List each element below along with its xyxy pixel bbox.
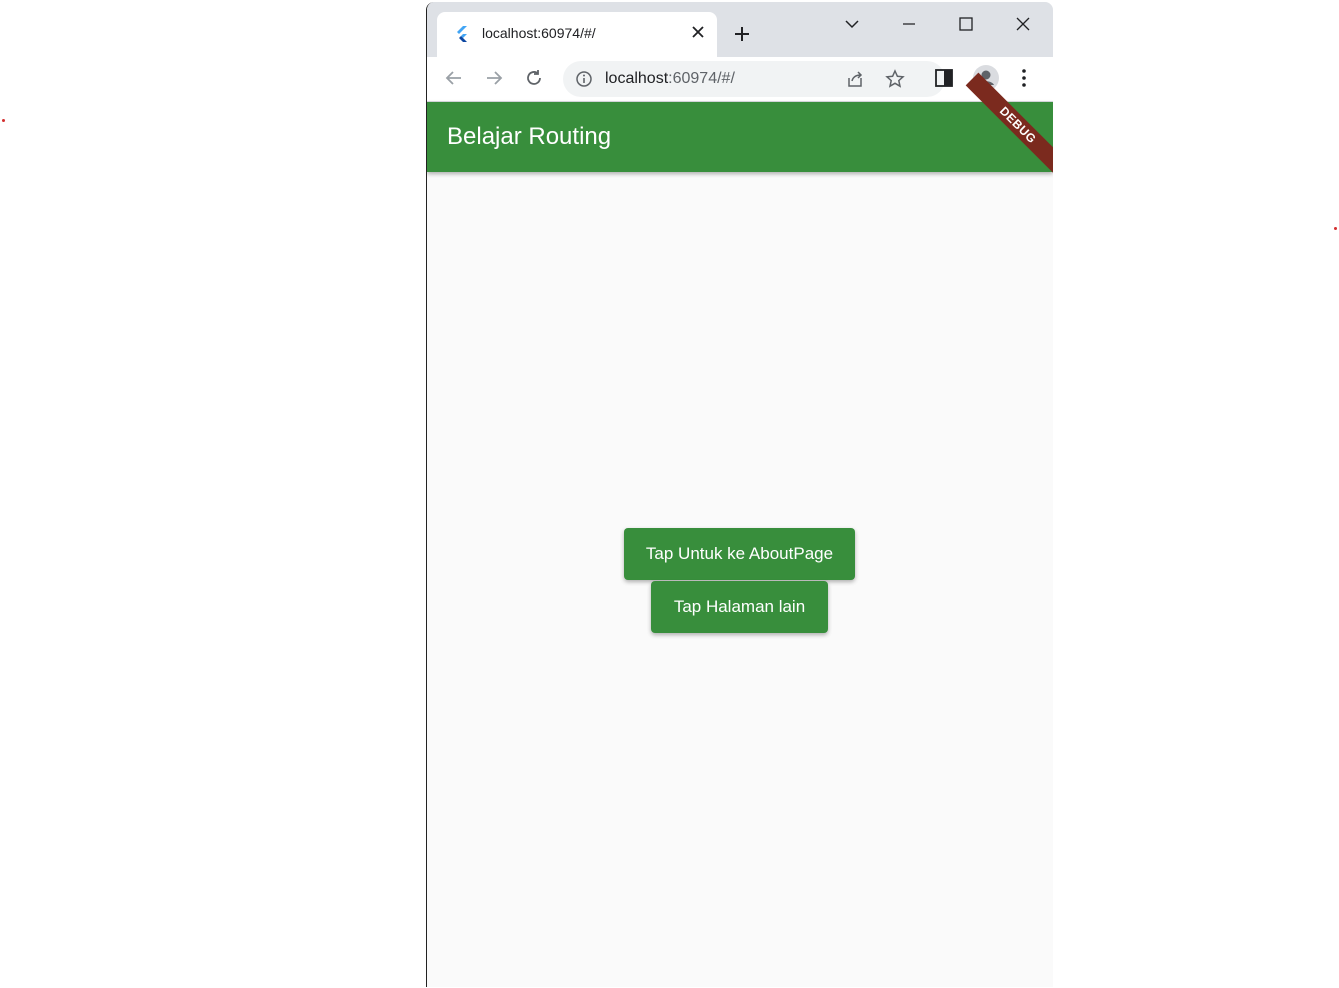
browser-tab[interactable]: localhost:60974/#/ [437, 12, 717, 57]
stray-dot-left [2, 119, 5, 122]
chevron-down-icon[interactable] [841, 13, 863, 35]
app-bar: Belajar Routing DEBUG [427, 72, 1053, 178]
url-path: :60974/#/ [668, 70, 735, 87]
plus-icon[interactable] [732, 24, 752, 44]
reload-icon[interactable] [523, 67, 545, 89]
info-icon[interactable] [575, 70, 593, 88]
star-icon[interactable] [885, 69, 905, 89]
app-title: Belajar Routing [447, 123, 612, 150]
browser-window: localhost:60974/#/ localhost:60974/#/ Be… [426, 2, 1053, 987]
side-panel-icon[interactable] [933, 67, 955, 89]
browser-toolbar: localhost:60974/#/ [427, 57, 1053, 102]
url-text[interactable]: localhost:60974/#/ [605, 70, 735, 88]
flutter-favicon-icon [457, 26, 467, 42]
maximize-icon[interactable] [955, 13, 977, 35]
minimize-icon[interactable] [898, 13, 920, 35]
url-host: localhost [605, 70, 669, 87]
stray-dot-right [1334, 227, 1337, 230]
other-page-button[interactable]: Tap Halaman lain [651, 581, 828, 633]
share-icon[interactable] [845, 69, 865, 89]
close-window-icon[interactable] [1012, 13, 1034, 35]
back-arrow-icon[interactable] [443, 67, 465, 89]
tab-title: localhost:60974/#/ [482, 25, 596, 41]
forward-arrow-icon[interactable] [483, 67, 505, 89]
about-page-button[interactable]: Tap Untuk ke AboutPage [624, 528, 855, 580]
tab-strip: localhost:60974/#/ [427, 2, 1053, 57]
close-icon[interactable] [691, 25, 705, 39]
kebab-menu-icon[interactable] [1013, 67, 1035, 89]
address-bar[interactable]: localhost:60974/#/ [563, 61, 945, 97]
